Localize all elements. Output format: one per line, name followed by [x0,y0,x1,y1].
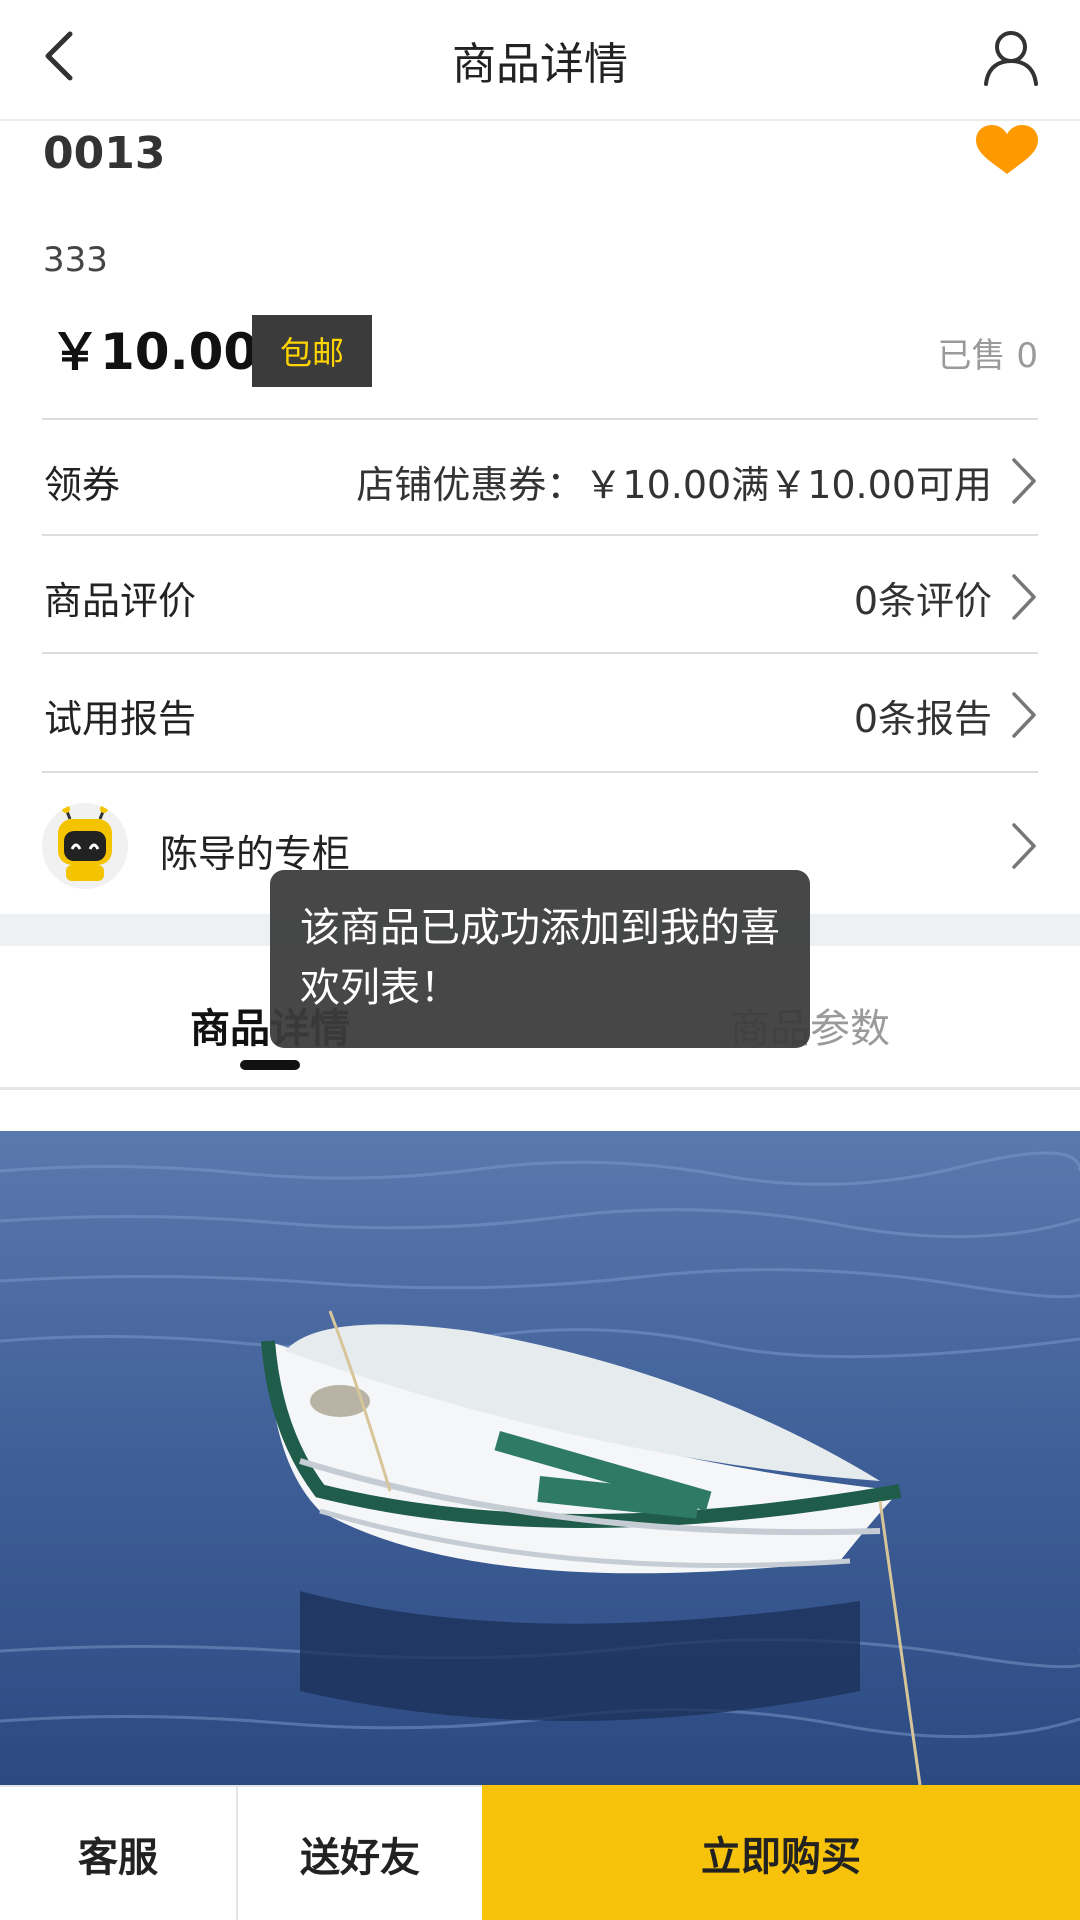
user-icon[interactable] [982,28,1040,86]
product-image [0,1131,1080,1785]
chevron-right-icon [1012,692,1036,738]
trial-report-row[interactable]: 试用报告 0条报告 [42,652,1038,768]
product-price: ￥10.00 [50,323,259,381]
buy-now-button[interactable]: 立即购买 [482,1785,1080,1920]
coupon-value: 店铺优惠券：￥10.00满￥10.00可用 [356,463,992,507]
chevron-right-icon [1012,823,1036,869]
chevron-right-icon [1012,574,1036,620]
active-tab-indicator [240,1060,300,1070]
sold-count: 已售 0 [937,336,1038,376]
product-name: 0013 [43,128,166,179]
product-description: 333 [43,240,108,280]
reviews-value: 0条评价 [853,579,992,623]
robot-mascot-icon [42,803,128,889]
heart-icon[interactable] [974,124,1040,176]
trial-report-label: 试用报告 [44,697,197,741]
customer-service-button[interactable]: 客服 [0,1785,238,1920]
chevron-right-icon [1012,458,1036,504]
trial-report-value: 0条报告 [853,697,992,741]
header-bar: 商品详情 [0,0,1080,121]
toast-message: 该商品已成功添加到我的喜欢列表！ [270,870,810,1048]
bottom-action-bar: 客服 送好友 立即购买 [0,1785,1080,1920]
send-to-friend-button[interactable]: 送好友 [238,1785,482,1920]
coupon-label: 领券 [44,463,121,507]
shop-avatar [42,803,128,889]
reviews-row[interactable]: 商品评价 0条评价 [42,534,1038,650]
page-title: 商品详情 [452,39,628,90]
reviews-label: 商品评价 [44,579,197,623]
coupon-row[interactable]: 领券 店铺优惠券：￥10.00满￥10.00可用 [42,418,1038,534]
free-shipping-badge: 包邮 [252,315,372,387]
